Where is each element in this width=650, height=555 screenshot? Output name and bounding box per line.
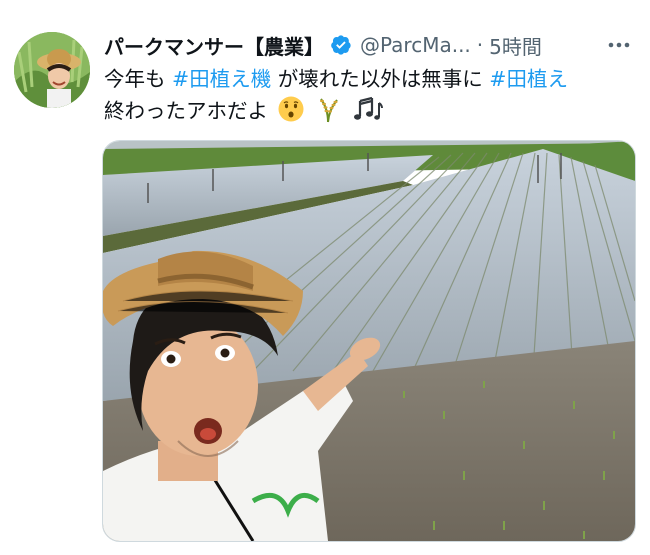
author-avatar[interactable]	[14, 32, 90, 108]
music-notes-emoji	[353, 96, 383, 120]
tweet-photo[interactable]	[102, 140, 636, 542]
avatar-image	[14, 32, 90, 108]
photo-rice-paddy-selfie	[103, 141, 635, 541]
rice-plant-emoji	[320, 98, 338, 123]
tweet-text-segment: 終わったアホだよ	[104, 99, 268, 123]
author-handle[interactable]: @ParcMa...	[360, 33, 471, 57]
verified-badge-icon	[331, 35, 351, 55]
separator-dot: ·	[476, 33, 484, 57]
hashtag-link[interactable]: #田植え	[489, 67, 568, 91]
tweet-text-segment: 今年も	[104, 67, 173, 91]
post-time[interactable]: 5時間	[489, 31, 542, 60]
more-options-icon[interactable]	[590, 30, 630, 60]
tweet-header: パークマンサー【農業】 @ParcMa... · 5時間	[104, 30, 630, 60]
hushed-face-emoji	[278, 96, 304, 122]
author-name[interactable]: パークマンサー【農業】	[104, 31, 324, 60]
tweet-text: 今年も #田植え機 が壊れた以外は無事に #田植え 終わったアホだよ	[104, 64, 634, 127]
tweet-text-segment: が壊れた以外は無事に	[271, 67, 490, 91]
hashtag-link[interactable]: #田植え機	[172, 67, 271, 91]
